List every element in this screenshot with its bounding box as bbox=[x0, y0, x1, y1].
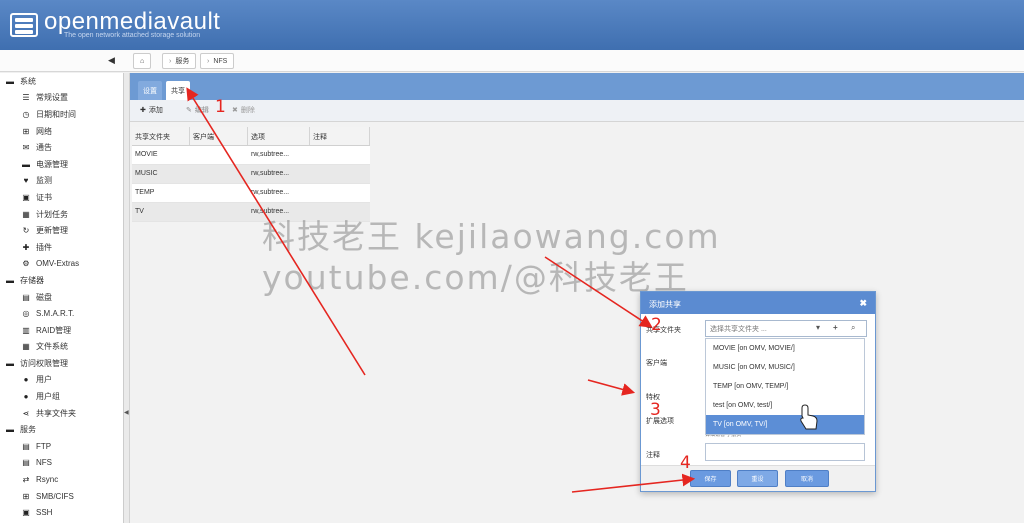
annotation-arrow bbox=[587, 379, 636, 396]
hand-cursor-icon bbox=[800, 404, 818, 430]
annotation-arrow bbox=[571, 473, 696, 493]
annotation-arrow bbox=[186, 87, 366, 376]
annotation-step-2: 2 bbox=[651, 315, 662, 335]
annotation-step-1: 1 bbox=[215, 97, 226, 117]
annotation-overlay bbox=[186, 87, 818, 493]
annotation-arrow bbox=[544, 256, 653, 328]
annotation-step-3: 3 bbox=[650, 400, 661, 420]
annotation-step-4: 4 bbox=[680, 453, 691, 473]
